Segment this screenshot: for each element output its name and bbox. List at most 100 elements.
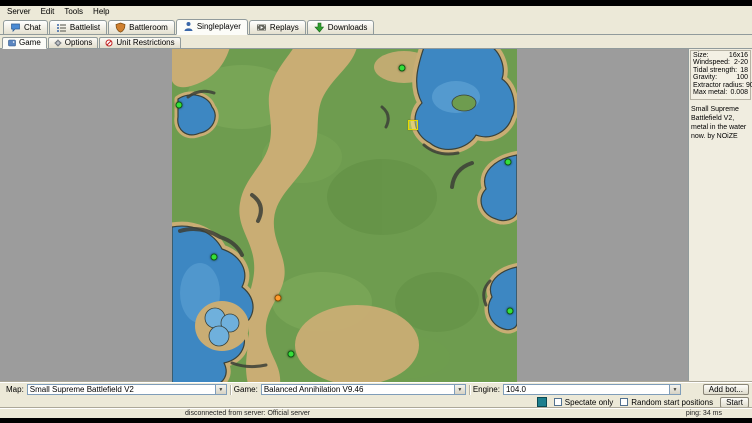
tab-label: Chat xyxy=(24,23,41,32)
info-value: 2-20 xyxy=(734,59,748,67)
chat-icon xyxy=(10,22,21,33)
game-combobox-value: Balanced Annihilation V9.46 xyxy=(262,385,454,394)
info-row-size: Size: 16x16 xyxy=(693,52,748,60)
connection-status: disconnected from server: Official serve… xyxy=(185,410,310,417)
start-position-marker[interactable] xyxy=(287,351,294,358)
tab-battleroom[interactable]: Battleroom xyxy=(108,20,175,34)
subtab-unit-restrictions[interactable]: Unit Restrictions xyxy=(99,37,180,48)
engine-combobox[interactable]: 104.0 ▼ xyxy=(503,384,681,395)
engine-combobox-value: 104.0 xyxy=(504,385,669,394)
map-info-box: Size: 16x16 Windspeed: 2-20 Tidal streng… xyxy=(690,50,751,100)
subtab-label: Unit Restrictions xyxy=(116,38,174,47)
tab-label: Replays xyxy=(270,23,299,32)
info-label: Gravity: xyxy=(693,74,717,82)
random-start-positions-checkbox[interactable]: Random start positions xyxy=(620,398,713,407)
statusbar: disconnected from server: Official serve… xyxy=(0,408,752,418)
game-label: Game: xyxy=(234,385,258,394)
info-label: Windspeed: xyxy=(693,59,730,67)
checkbox-box xyxy=(620,398,628,406)
start-position-marker[interactable] xyxy=(505,158,512,165)
battlelist-icon xyxy=(56,22,67,33)
engine-label: Engine: xyxy=(473,385,500,394)
add-bot-label: Add bot... xyxy=(709,385,743,394)
chevron-down-icon[interactable]: ▼ xyxy=(454,385,465,394)
replays-icon xyxy=(256,22,267,33)
start-button[interactable]: Start xyxy=(720,397,749,408)
add-bot-button[interactable]: Add bot... xyxy=(703,384,749,395)
tab-label: Singleplayer xyxy=(197,22,241,31)
lobby-window: Server Edit Tools Help Chat Battlelist B… xyxy=(0,6,752,418)
tab-singleplayer[interactable]: Singleplayer xyxy=(176,19,248,35)
map-area xyxy=(0,49,688,383)
singleplayer-icon xyxy=(183,21,194,32)
random-start-positions-label: Random start positions xyxy=(631,398,713,407)
main-content: Size: 16x16 Windspeed: 2-20 Tidal streng… xyxy=(0,49,752,383)
letterbox-bottom xyxy=(0,418,752,423)
info-label: Size: xyxy=(693,52,709,60)
subtab-options[interactable]: Options xyxy=(48,37,99,48)
map-description: Small Supreme Battlefield V2, metal in t… xyxy=(689,101,752,145)
app-screen: Server Edit Tools Help Chat Battlelist B… xyxy=(0,0,752,423)
tab-label: Battleroom xyxy=(129,23,168,32)
tab-battlelist[interactable]: Battlelist xyxy=(49,20,107,34)
info-row-extractor: Extractor radius: 90 xyxy=(693,82,748,90)
subtab-label: Options xyxy=(65,38,93,47)
menu-tools[interactable]: Tools xyxy=(59,6,88,17)
info-row-maxmetal: Max metal: 0.008 xyxy=(693,89,748,97)
options-icon xyxy=(54,39,62,47)
game-icon xyxy=(8,39,16,47)
chevron-down-icon[interactable]: ▼ xyxy=(669,385,680,394)
player-color-indicator[interactable] xyxy=(537,397,547,407)
info-row-windspeed: Windspeed: 2-20 xyxy=(693,59,748,67)
menubar: Server Edit Tools Help xyxy=(0,6,752,17)
info-value: 18 xyxy=(740,67,748,75)
start-button-label: Start xyxy=(726,398,743,407)
info-label: Extractor radius: xyxy=(693,82,744,90)
toolbar-separator xyxy=(230,385,231,395)
start-position-marker[interactable] xyxy=(176,101,183,108)
info-value: 16x16 xyxy=(729,52,748,60)
info-value: 90 xyxy=(746,82,752,90)
start-position-marker[interactable] xyxy=(507,308,514,315)
start-options-bar: Spectate only Random start positions Sta… xyxy=(0,396,752,408)
bottom-toolbar: Map: Small Supreme Battlefield V2 ▼ Game… xyxy=(0,382,752,396)
spectate-only-checkbox[interactable]: Spectate only xyxy=(554,398,613,407)
tab-downloads[interactable]: Downloads xyxy=(307,20,375,34)
map-combobox-value: Small Supreme Battlefield V2 xyxy=(28,385,215,394)
map-info-panel: Size: 16x16 Windspeed: 2-20 Tidal streng… xyxy=(688,49,752,383)
map-label: Map: xyxy=(6,385,24,394)
info-label: Tidal strength: xyxy=(693,67,737,75)
subtab-game[interactable]: Game xyxy=(2,37,47,49)
checkbox-box xyxy=(554,398,562,406)
spectate-only-label: Spectate only xyxy=(565,398,613,407)
menu-edit[interactable]: Edit xyxy=(36,6,60,17)
map-combobox[interactable]: Small Supreme Battlefield V2 ▼ xyxy=(27,384,227,395)
map-preview[interactable] xyxy=(172,49,517,383)
map-markers xyxy=(172,49,517,383)
tab-chat[interactable]: Chat xyxy=(3,20,48,34)
start-position-marker[interactable] xyxy=(210,254,217,261)
info-row-tidal: Tidal strength: 18 xyxy=(693,67,748,75)
tab-label: Battlelist xyxy=(70,23,100,32)
game-combobox[interactable]: Balanced Annihilation V9.46 ▼ xyxy=(261,384,466,395)
chevron-down-icon[interactable]: ▼ xyxy=(215,385,226,394)
ping-status: ping: 34 ms xyxy=(686,410,722,417)
menu-server[interactable]: Server xyxy=(2,6,36,17)
toolbar-separator xyxy=(469,385,470,395)
start-position-marker[interactable] xyxy=(399,64,406,71)
info-row-gravity: Gravity: 100 xyxy=(693,74,748,82)
tab-replays[interactable]: Replays xyxy=(249,20,306,34)
subtab-label: Game xyxy=(19,38,41,47)
commander-marker[interactable] xyxy=(275,295,282,302)
tab-label: Downloads xyxy=(328,23,368,32)
unit-restrictions-icon xyxy=(105,39,113,47)
info-label: Max metal: xyxy=(693,89,727,97)
main-tabbar: Chat Battlelist Battleroom Singleplayer … xyxy=(0,17,752,35)
downloads-icon xyxy=(314,22,325,33)
info-value: 100 xyxy=(736,74,748,82)
info-value: 0.008 xyxy=(730,89,748,97)
sub-tabbar: Game Options Unit Restrictions xyxy=(0,35,752,49)
menu-help[interactable]: Help xyxy=(88,6,114,17)
selected-marker[interactable] xyxy=(408,120,418,130)
battleroom-icon xyxy=(115,22,126,33)
